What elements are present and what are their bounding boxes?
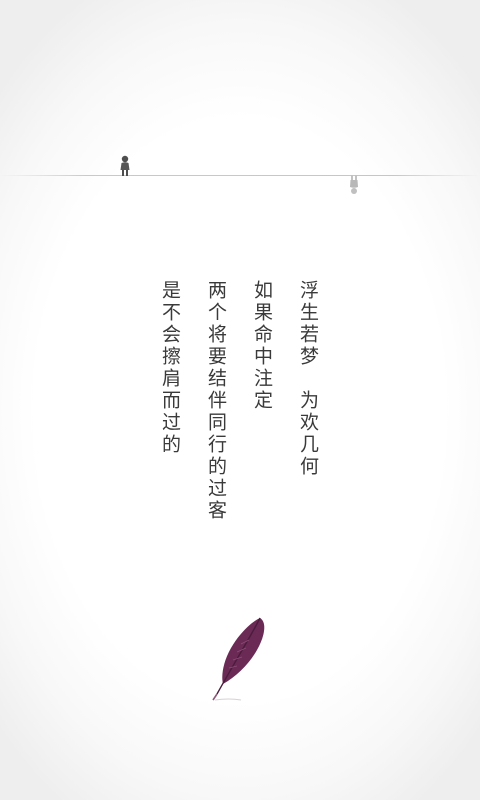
person-walking-icon: [120, 155, 130, 176]
vertical-poem: 浮生若梦 为欢几何 如果命中注定 两个将要结伴同行的过客 是不会擦肩而过的: [150, 280, 330, 550]
person-reflection-icon: [350, 175, 358, 194]
splash-screen: 浮生若梦 为欢几何 如果命中注定 两个将要结伴同行的过客 是不会擦肩而过的: [0, 0, 480, 800]
poem-line-2: 如果命中注定: [251, 280, 273, 412]
horizon-line: [0, 175, 480, 176]
feather-quill-icon: [212, 617, 265, 701]
poem-line-3: 两个将要结伴同行的过客: [205, 280, 227, 522]
poem-line-4: 是不会擦肩而过的: [159, 280, 181, 456]
poem-line-1: 浮生若梦 为欢几何: [297, 280, 319, 478]
